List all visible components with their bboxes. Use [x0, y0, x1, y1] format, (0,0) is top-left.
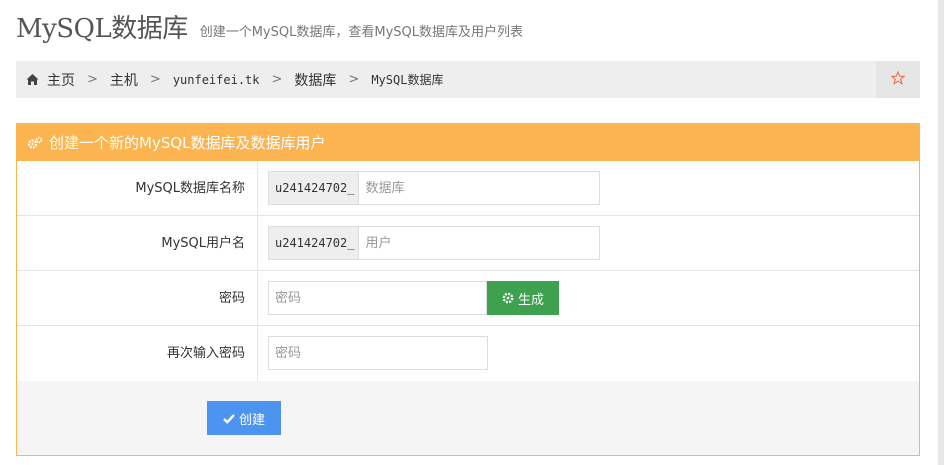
- db-name-input-group: u241424702_: [268, 171, 601, 205]
- star-icon: [890, 70, 906, 89]
- password-input[interactable]: [268, 281, 487, 315]
- db-name-prefix: u241424702_: [268, 171, 359, 205]
- generate-password-button[interactable]: 生成: [487, 281, 559, 315]
- breadcrumb-item-domain[interactable]: yunfeifei.tk: [173, 73, 260, 87]
- favorite-button[interactable]: [876, 61, 920, 98]
- generate-label: 生成: [517, 292, 544, 308]
- cogs-icon: [27, 136, 43, 150]
- breadcrumb-home[interactable]: 主页: [47, 70, 75, 90]
- breadcrumb-item-databases[interactable]: 数据库: [294, 70, 336, 90]
- page-title: MySQL数据库: [16, 14, 188, 44]
- breadcrumb-item-current: MySQL数据库: [371, 73, 444, 87]
- breadcrumb-separator: >: [87, 72, 98, 87]
- db-user-input-group: u241424702_: [268, 226, 601, 260]
- page-subtitle: 创建一个MySQL数据库，查看MySQL数据库及用户列表: [199, 25, 523, 40]
- breadcrumb-separator: >: [149, 72, 161, 87]
- form-row-db-user: MySQL用户名 u241424702_: [17, 216, 919, 271]
- create-database-panel: 创建一个新的MySQL数据库及数据库用户 MySQL数据库名称 u2414247…: [16, 123, 920, 456]
- panel-title: 创建一个新的MySQL数据库及数据库用户: [49, 134, 326, 152]
- check-icon: [223, 413, 235, 424]
- password-confirm-label: 再次输入密码: [17, 326, 258, 381]
- breadcrumb-separator: >: [271, 72, 283, 87]
- db-user-input[interactable]: [358, 226, 601, 260]
- db-name-input[interactable]: [358, 171, 601, 205]
- breadcrumb: 主页 > 主机 > yunfeifei.tk > 数据库 > MySQL数据库: [16, 61, 876, 98]
- password-input-group: 生成: [268, 281, 559, 315]
- page-header: MySQL数据库 创建一个MySQL数据库，查看MySQL数据库及用户列表: [16, 10, 523, 46]
- gear-icon: [502, 292, 514, 304]
- db-name-label: MySQL数据库名称: [17, 161, 258, 215]
- password-confirm-input[interactable]: [268, 336, 488, 370]
- create-label: 创建: [238, 412, 265, 428]
- breadcrumb-separator: >: [348, 72, 360, 87]
- password-confirm-input-group: [268, 336, 488, 370]
- breadcrumb-item-host[interactable]: 主机: [110, 70, 138, 90]
- form-footer: 创建: [17, 381, 919, 455]
- create-button[interactable]: 创建: [207, 401, 281, 435]
- scrollbar-track[interactable]: [938, 0, 944, 465]
- form-row-password: 密码 生成: [17, 271, 919, 326]
- home-icon: [26, 73, 39, 86]
- db-user-label: MySQL用户名: [17, 216, 258, 270]
- panel-heading: 创建一个新的MySQL数据库及数据库用户: [17, 124, 919, 161]
- password-label: 密码: [17, 271, 258, 325]
- form-row-db-name: MySQL数据库名称 u241424702_: [17, 161, 919, 216]
- form-row-password-confirm: 再次输入密码: [17, 326, 919, 381]
- db-user-prefix: u241424702_: [268, 226, 359, 260]
